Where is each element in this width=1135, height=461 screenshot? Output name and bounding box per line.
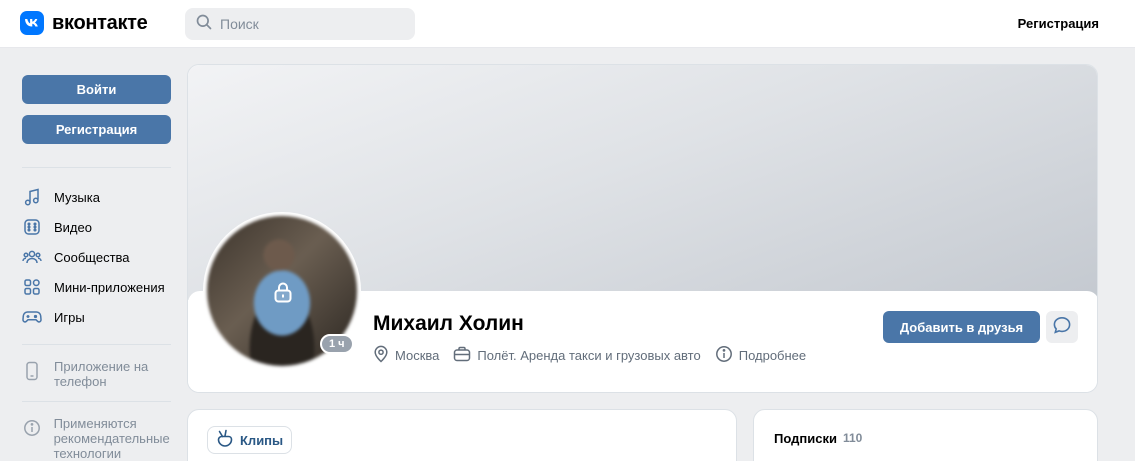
last-seen-badge: 1 ч	[320, 334, 354, 354]
more-info-label: Подробнее	[738, 347, 807, 363]
logo-text: вконтакте	[52, 11, 148, 34]
sidebar-item-label: Сообщества	[54, 249, 130, 265]
subscriptions-title: Подписки	[774, 431, 837, 446]
sidebar-item-music[interactable]: Музыка	[22, 182, 171, 212]
phone-icon	[22, 361, 42, 381]
message-icon	[1052, 315, 1072, 340]
top-header: вконтакте Регистрация	[0, 0, 1135, 48]
profile-meta: Москва Полёт. Аренда такси и грузовых ав…	[373, 345, 806, 365]
mini-apps-icon	[22, 277, 42, 297]
video-icon	[22, 217, 42, 237]
sidebar-item-games[interactable]: Игры	[22, 302, 171, 332]
sidebar-item-phone-app[interactable]: Приложение на телефон	[22, 359, 171, 389]
games-icon	[22, 307, 42, 327]
vk-logo-icon	[20, 11, 44, 35]
work-label: Полёт. Аренда такси и грузовых авто	[477, 347, 701, 363]
clips-icon	[216, 429, 234, 452]
search-input[interactable]	[220, 16, 400, 32]
lock-icon	[271, 280, 295, 304]
tab-clips[interactable]: Клипы	[207, 426, 293, 454]
meta-work: Полёт. Аренда такси и грузовых авто	[453, 346, 701, 365]
city-label: Москва	[395, 347, 440, 363]
subscriptions-header[interactable]: Подписки 110	[774, 431, 862, 446]
recommendations-label: Применяются рекомендательные технологии	[53, 416, 170, 461]
sidebar-item-mini-apps[interactable]: Мини-приложения	[22, 272, 171, 302]
vk-logo[interactable]: вконтакте	[20, 11, 148, 35]
sidebar-item-label: Видео	[54, 219, 92, 235]
search-box[interactable]	[185, 8, 415, 40]
subscriptions-count: 110	[842, 431, 863, 445]
subscriptions-card: Подписки 110	[753, 409, 1098, 461]
sidebar-item-communities[interactable]: Сообщества	[22, 242, 171, 272]
add-friend-button[interactable]: Добавить в друзья	[883, 311, 1040, 343]
sidebar-divider	[22, 344, 171, 345]
login-button[interactable]: Войти	[22, 75, 171, 104]
music-icon	[22, 187, 42, 207]
sidebar-register-button[interactable]: Регистрация	[22, 115, 171, 144]
sidebar-item-video[interactable]: Видео	[22, 212, 171, 242]
sidebar-item-label: Мини-приложения	[54, 279, 165, 295]
sidebar-item-label: Игры	[54, 309, 85, 325]
meta-city: Москва	[373, 345, 439, 366]
header-register-link[interactable]: Регистрация	[1018, 16, 1099, 31]
phone-app-label: Приложение на телефон	[54, 359, 149, 389]
communities-icon	[22, 247, 42, 267]
sidebar-item-label: Музыка	[54, 189, 100, 205]
more-info-link[interactable]: Подробнее	[715, 345, 806, 366]
search-icon	[196, 14, 212, 35]
profile-name: Михаил Холин	[373, 312, 524, 335]
clips-tab-label: Клипы	[240, 432, 284, 448]
info-icon	[22, 418, 42, 438]
location-pin-icon	[373, 345, 389, 366]
sidebar-divider	[22, 167, 171, 168]
left-sidebar: Войти Регистрация Музыка Видео Сообществ…	[22, 75, 171, 461]
sidebar-divider	[22, 401, 171, 402]
briefcase-icon	[453, 346, 471, 365]
clips-card: Клипы	[187, 409, 737, 461]
sidebar-item-recommendations[interactable]: Применяются рекомендательные технологии	[22, 416, 171, 461]
info-icon	[715, 345, 733, 366]
message-button[interactable]	[1046, 311, 1078, 343]
